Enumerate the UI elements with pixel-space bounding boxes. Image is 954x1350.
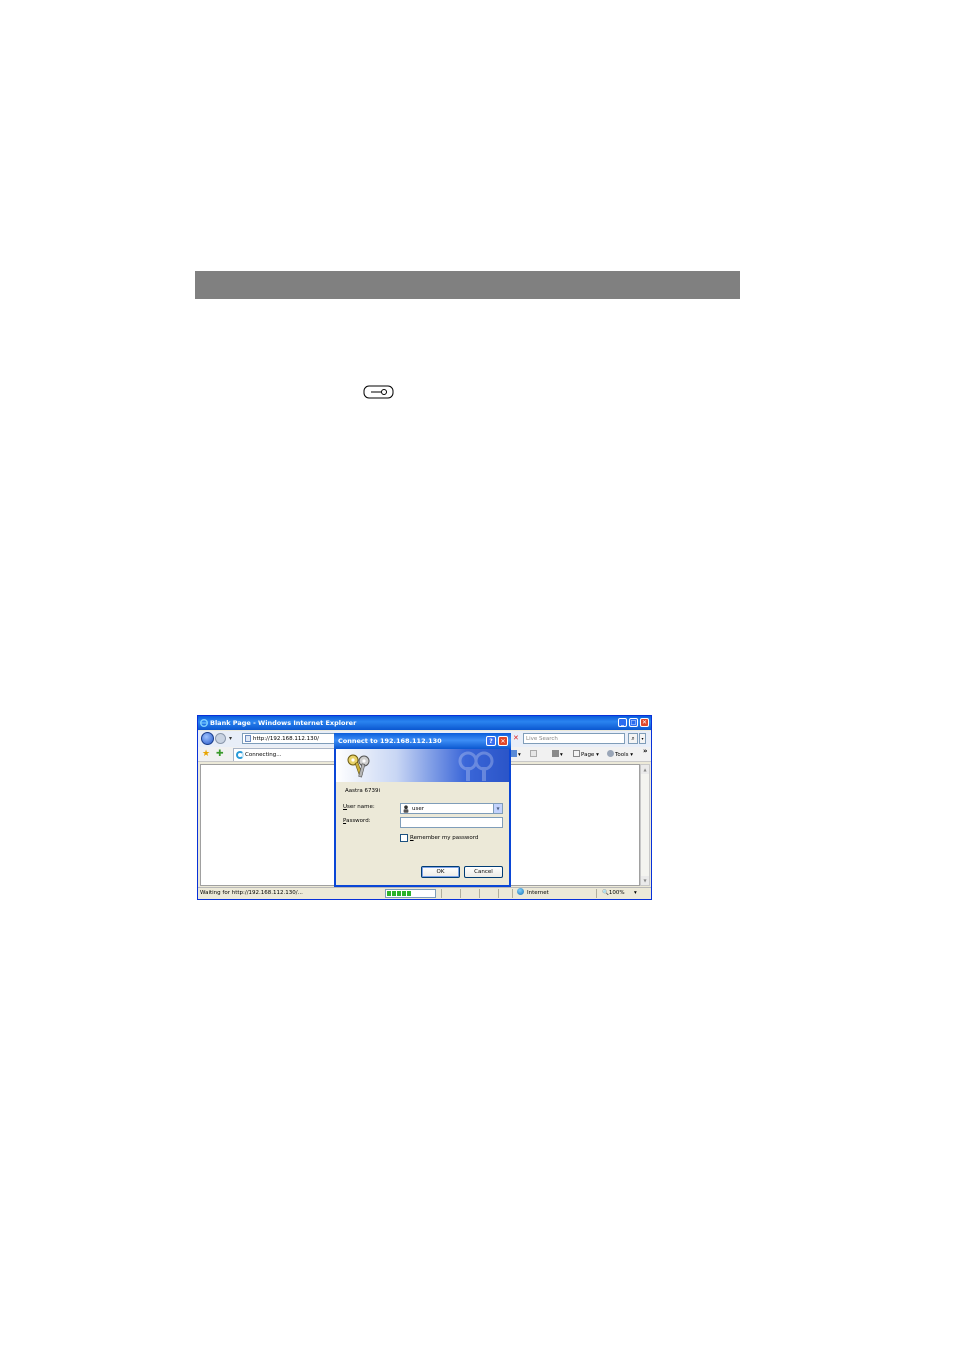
- phone-key-icon: [363, 385, 394, 399]
- realm-text: Aastra 6739i: [345, 788, 381, 794]
- tab-connecting[interactable]: Connecting...: [233, 748, 336, 761]
- status-divider: [512, 889, 513, 898]
- page-menu[interactable]: Page ▾: [573, 750, 599, 760]
- status-text: Waiting for http://192.168.112.130/...: [200, 890, 303, 896]
- progress-bar: [385, 889, 436, 898]
- dialog-banner: [336, 749, 509, 782]
- history-dropdown-icon[interactable]: ▾: [229, 735, 232, 742]
- help-icon[interactable]: ?: [486, 736, 496, 746]
- search-icon[interactable]: ⌕: [628, 733, 638, 744]
- login-dialog: Connect to 192.168.112.130 ? ✕ Aastra 67…: [334, 733, 511, 887]
- feeds-icon[interactable]: [530, 750, 538, 760]
- home-icon[interactable]: ▾: [510, 750, 521, 760]
- keys-icon: [347, 754, 370, 778]
- address-bar[interactable]: http://192.168.112.130/: [242, 733, 338, 744]
- gear-icon: [607, 750, 614, 757]
- tab-label: Connecting...: [245, 752, 282, 758]
- search-input[interactable]: Live Search: [523, 733, 625, 744]
- status-divider: [498, 889, 499, 898]
- section-header-bar: [195, 271, 740, 299]
- favorites-star-icon[interactable]: ★: [202, 750, 211, 759]
- keys-watermark-icon: [458, 751, 494, 781]
- maximize-icon[interactable]: □: [629, 718, 638, 727]
- zone-label: Internet: [527, 890, 549, 896]
- status-divider: [460, 889, 461, 898]
- tools-menu-label: Tools: [615, 752, 629, 758]
- remember-password-checkbox[interactable]: [400, 834, 408, 842]
- cancel-button[interactable]: Cancel: [464, 866, 503, 878]
- tools-menu[interactable]: Tools ▾: [607, 750, 633, 760]
- status-divider: [441, 889, 442, 898]
- security-zone: Internet: [517, 888, 549, 899]
- back-button[interactable]: [201, 732, 214, 745]
- username-value: user: [412, 806, 424, 812]
- page-icon: [245, 735, 251, 742]
- minimize-icon[interactable]: _: [618, 718, 627, 727]
- scroll-down-icon[interactable]: ▼: [641, 876, 649, 885]
- progress-fill: [387, 891, 411, 896]
- address-text: http://192.168.112.130/: [253, 736, 319, 742]
- chevron-more-icon[interactable]: »: [643, 747, 648, 755]
- status-divider: [596, 889, 597, 898]
- globe-icon: [517, 888, 524, 895]
- add-favorites-icon[interactable]: ✚: [216, 750, 225, 759]
- password-field[interactable]: [400, 817, 503, 828]
- username-combobox[interactable]: user ▼: [400, 803, 503, 814]
- page-menu-icon: [573, 750, 580, 757]
- zoom-label: 100%: [608, 890, 625, 896]
- zoom-dropdown-icon[interactable]: ▾: [634, 888, 637, 899]
- status-bar: Waiting for http://192.168.112.130/... I…: [198, 887, 651, 899]
- dialog-title: Connect to 192.168.112.130: [338, 737, 442, 745]
- scroll-up-icon[interactable]: ▲: [641, 765, 649, 774]
- dialog-title-bar: Connect to 192.168.112.130 ? ✕: [334, 733, 511, 749]
- remember-password-label[interactable]: Remember my password: [410, 834, 478, 842]
- ok-button[interactable]: OK: [421, 866, 460, 878]
- status-divider: [479, 889, 480, 898]
- vertical-scrollbar[interactable]: ▲ ▼: [640, 764, 650, 886]
- page-menu-label: Page: [581, 752, 595, 758]
- user-icon: [403, 805, 409, 813]
- browser-title-bar: Blank Page - Windows Internet Explorer _…: [198, 716, 651, 730]
- search-options-icon[interactable]: ▾: [639, 733, 646, 744]
- stop-icon[interactable]: ✕: [513, 734, 519, 742]
- ie-logo-icon: [200, 719, 208, 727]
- username-label: User name:: [343, 804, 375, 810]
- forward-button[interactable]: [215, 733, 226, 744]
- dialog-close-icon[interactable]: ✕: [498, 736, 508, 746]
- zoom-control[interactable]: 🔍100%: [602, 888, 625, 899]
- chevron-down-icon[interactable]: ▼: [493, 804, 502, 813]
- close-icon[interactable]: ✕: [640, 718, 649, 727]
- browser-title: Blank Page - Windows Internet Explorer: [210, 719, 357, 727]
- loading-icon: [236, 751, 244, 759]
- password-label: Password:: [343, 818, 371, 824]
- print-icon[interactable]: ▾: [552, 750, 563, 760]
